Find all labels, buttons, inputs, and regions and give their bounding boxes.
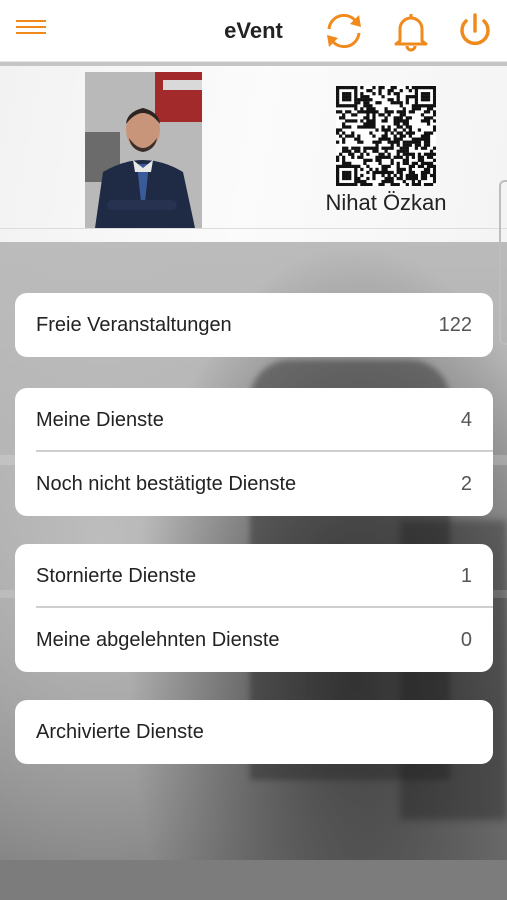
list-item-count: 2: [460, 472, 472, 495]
list-item-count: 1: [460, 564, 472, 587]
list-item-label: Stornierte Dienste: [36, 564, 197, 587]
list-item-label: Meine abgelehnten Dienste: [36, 628, 280, 651]
card-cancelled-services: Stornierte Dienste 1 Meine abgelehnten D…: [15, 544, 493, 672]
card-free-events: Freie Veranstaltungen 122: [15, 293, 493, 357]
user-name: Nihat Özkan: [325, 190, 447, 215]
bottom-bar: [0, 860, 507, 900]
list-item-stornierte-dienste[interactable]: Stornierte Dienste 1: [15, 544, 493, 608]
list-item-freie-veranstaltungen[interactable]: Freie Veranstaltungen 122: [15, 293, 493, 357]
qr-code: [336, 86, 437, 187]
list-item-meine-dienste[interactable]: Meine Dienste 4: [15, 388, 493, 452]
avatar[interactable]: [85, 72, 202, 228]
list-item-count: 122: [438, 313, 472, 336]
list-item-label: Noch nicht bestätigte Dienste: [36, 472, 297, 495]
side-drawer-handle[interactable]: [499, 180, 507, 345]
list-item-count: 0: [460, 628, 472, 651]
bell-icon[interactable]: [388, 9, 434, 53]
list-item-rejected-services[interactable]: Meine abgelehnten Dienste 0: [15, 606, 493, 672]
power-icon[interactable]: [452, 9, 498, 53]
list-item-label: Archivierte Dienste: [36, 720, 204, 743]
sync-icon[interactable]: [321, 9, 367, 53]
list-item-label: Freie Veranstaltungen: [36, 313, 232, 336]
profile-header: Nihat Özkan: [0, 66, 507, 242]
app-screen: eVent Nihat Özkan Freie Veranstaltungen …: [0, 0, 507, 900]
list-item-count: 4: [460, 408, 472, 431]
card-my-services: Meine Dienste 4 Noch nicht bestätigte Di…: [15, 388, 493, 516]
card-archived-services: Archivierte Dienste: [15, 700, 493, 764]
list-item-archivierte-dienste[interactable]: Archivierte Dienste: [15, 700, 493, 764]
top-bar: eVent: [0, 0, 507, 62]
list-item-label: Meine Dienste: [36, 408, 164, 431]
divider: [0, 228, 507, 229]
list-item-unconfirmed-services[interactable]: Noch nicht bestätigte Dienste 2: [15, 450, 493, 516]
